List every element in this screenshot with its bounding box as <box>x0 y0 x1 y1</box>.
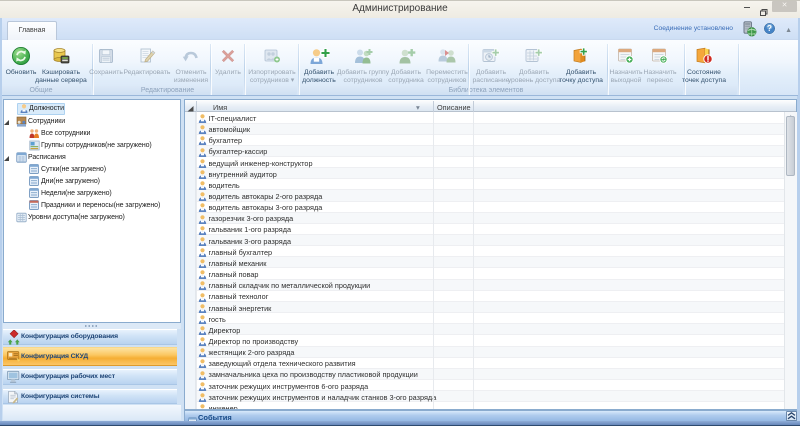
svg-text:?: ? <box>767 24 772 33</box>
